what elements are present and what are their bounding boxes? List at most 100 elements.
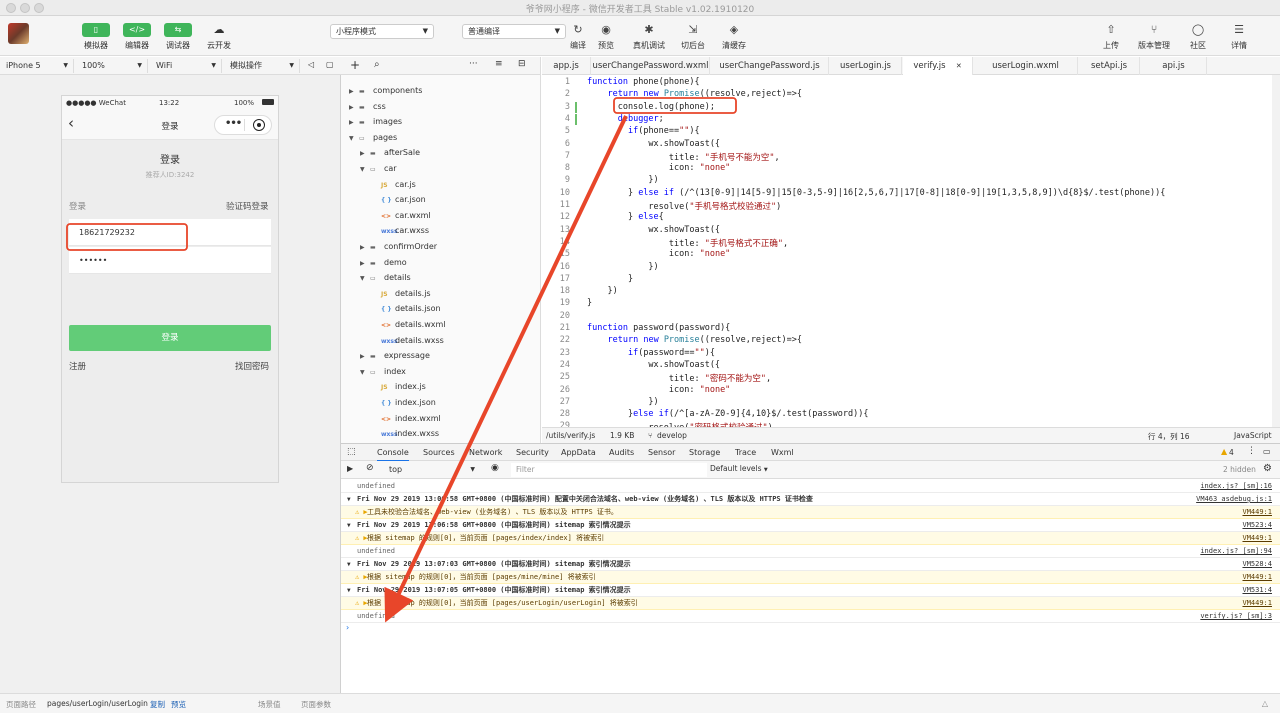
dock-icon[interactable]: ▭ (1263, 447, 1271, 456)
capsule-button[interactable]: ••• (214, 115, 272, 135)
devtools-tab[interactable]: Storage (689, 444, 720, 462)
more-icon[interactable]: ··· (469, 59, 478, 69)
sim-operation-select[interactable]: 模拟操作 ▼ (224, 59, 300, 73)
console-row[interactable]: ▼ Fri Nov 29 2019 13:06:58 GMT+0800 (中国标准… (341, 493, 1280, 506)
tree-item[interactable]: { } details.json (371, 301, 441, 316)
console-source-link[interactable]: VM449:1 (1242, 532, 1272, 545)
tree-item[interactable]: ▶ ▬ images (349, 114, 402, 129)
devtools-tab[interactable]: Console (377, 444, 409, 462)
levels-select[interactable]: Default levels ▼ (710, 464, 768, 473)
code-button[interactable]: </> 编辑器 (117, 23, 157, 51)
layers-button[interactable]: ◈ 清缓存 (714, 23, 754, 51)
console-source-link[interactable]: index.js? [sm]:94 (1200, 545, 1272, 558)
tree-item[interactable]: ▼ ▭ car (360, 161, 397, 176)
chevron-down-icon[interactable]: ▼ (349, 131, 359, 146)
cloud-button[interactable]: ☁ 云开发 (199, 23, 239, 51)
volume-icon[interactable]: ◁ (308, 60, 314, 69)
menu-button[interactable]: ☰ 详情 (1219, 23, 1259, 51)
console-row[interactable]: ⚠ ▶ 根据 sitemap 的规则[0]，当前页面 [pages/index/i… (341, 532, 1280, 545)
console-prompt-icon[interactable]: › (346, 623, 349, 632)
console-row[interactable]: ⚠ ▶ 根据 sitemap 的规则[0]，当前页面 [pages/mine/mi… (341, 571, 1280, 584)
device-select[interactable]: iPhone 5 ▼ (0, 59, 74, 73)
devtools-tab[interactable]: Sensor (648, 444, 675, 462)
console-row[interactable]: ▼ Fri Nov 29 2019 13:06:58 GMT+0800 (中国标准… (341, 519, 1280, 532)
tree-item[interactable]: <> index.wxml (371, 411, 441, 426)
context-select[interactable]: top ▼ (381, 463, 477, 477)
chevron-right-icon[interactable]: ▶ (349, 84, 359, 99)
console-source-link[interactable]: VM531:4 (1242, 584, 1272, 597)
editor-tab[interactable]: api.js (1141, 57, 1207, 75)
language-mode[interactable]: JavaScript (1234, 431, 1272, 440)
console-row[interactable]: ▼ Fri Nov 29 2019 13:07:03 GMT+0800 (中国标准… (341, 558, 1280, 571)
editor-tab[interactable]: app.js (542, 57, 591, 75)
devtools-tab[interactable]: Security (516, 444, 549, 462)
console-source-link[interactable]: VM449:1 (1242, 597, 1272, 610)
warning-icon[interactable]: ▲ (1221, 447, 1227, 456)
tree-item[interactable]: wxsscar.wxss (371, 223, 429, 238)
password-input[interactable]: •••••• (69, 247, 271, 274)
bug-button[interactable]: ✱ 真机调试 (629, 23, 669, 51)
tree-item[interactable]: ▶ ▬ expressage (360, 348, 430, 363)
tree-item[interactable]: JS car.js (371, 177, 416, 192)
console-source-link[interactable]: VM528:4 (1242, 558, 1272, 571)
eye-button[interactable]: ◉ 预览 (586, 23, 626, 51)
chevron-down-icon[interactable]: ▼ (360, 162, 370, 177)
scene-button[interactable]: 场景值 (258, 699, 281, 710)
console-source-link[interactable]: VM463 asdebug.js:1 (1196, 493, 1272, 506)
zoom-select[interactable]: 100% ▼ (76, 59, 148, 73)
chevron-right-icon[interactable]: ▶ (360, 146, 370, 161)
tree-item[interactable]: wxssindex.wxss (371, 426, 439, 441)
editor-tab[interactable]: setApi.js (1079, 57, 1140, 75)
tree-item[interactable]: ▶ ▬ confirmOrder (360, 239, 437, 254)
window-icon[interactable]: ▢ (326, 60, 334, 69)
background-button[interactable]: ⇲ 切后台 (673, 23, 713, 51)
console-row[interactable]: ⚠ ▶ 工具未校验合法域名、web-view (业务域名) 、TLS 版本以及 H… (341, 506, 1280, 519)
eye-icon[interactable]: ◉ (491, 463, 499, 473)
devtools-tab[interactable]: AppData (561, 444, 596, 462)
sidebar-toggle-icon[interactable]: ▶ (347, 464, 353, 473)
more-dots-icon[interactable]: ••• (225, 118, 242, 129)
tree-item[interactable]: JS index.js (371, 379, 426, 394)
search-icon[interactable]: ⌕ (374, 59, 380, 70)
tree-item[interactable]: ▶ ▬ css (349, 99, 386, 114)
devtools-tab[interactable]: Trace (735, 444, 756, 462)
expand-triangle-icon[interactable]: ▼ (347, 584, 351, 597)
register-link[interactable]: 注册 (69, 360, 86, 372)
expand-triangle-icon[interactable]: ▼ (347, 519, 351, 532)
chevron-right-icon[interactable]: ▶ (360, 349, 370, 364)
devtools-tab[interactable]: Wxml (771, 444, 794, 462)
phone-button[interactable]: ▯ 模拟器 (76, 23, 116, 51)
chat-button[interactable]: ◯ 社区 (1178, 23, 1218, 51)
close-icon[interactable]: ✕ (954, 62, 962, 70)
tree-item[interactable]: { } car.json (371, 192, 426, 207)
tree-item[interactable]: ▼ ▭ details (360, 270, 411, 285)
gear-icon[interactable]: ⚙ (1263, 463, 1272, 474)
tree-item[interactable]: ▼ ▭ index (360, 364, 406, 379)
devtools-tab[interactable]: Sources (423, 444, 455, 462)
tree-item[interactable]: ▶ ▬ components (349, 83, 422, 98)
inspect-icon[interactable]: ⬚ (347, 447, 356, 457)
console-source-link[interactable]: VM449:1 (1242, 506, 1272, 519)
sms-login-link[interactable]: 验证码登录 (226, 200, 269, 212)
console-source-link[interactable]: index.js? [sm]:16 (1200, 480, 1272, 493)
copy-link[interactable]: 复制 (150, 699, 165, 710)
chevron-down-icon[interactable]: ▼ (360, 365, 370, 380)
editor-tab[interactable]: userLogin.js (830, 57, 902, 75)
tree-item[interactable]: <> car.wxml (371, 208, 431, 223)
page-params-button[interactable]: 页面参数 (301, 699, 331, 710)
console-source-link[interactable]: VM449:1 (1242, 571, 1272, 584)
editor-tab[interactable]: userChangePassword.js (711, 57, 829, 75)
devtools-tab[interactable]: Network (469, 444, 502, 462)
tree-item[interactable]: { } index.json (371, 395, 436, 410)
tree-item[interactable]: ▶ ▬ demo (360, 255, 407, 270)
chevron-right-icon[interactable]: ▶ (349, 115, 359, 130)
tree-item[interactable]: ▶ ▬ afterSale (360, 145, 420, 160)
phone-input[interactable]: 18621729232 (69, 219, 271, 246)
project-avatar[interactable] (8, 23, 29, 44)
console-source-link[interactable]: verify.js? [sm]:3 (1200, 610, 1272, 623)
kebab-menu-icon[interactable]: ⋮ (1247, 446, 1256, 456)
chevron-down-icon[interactable]: ▼ (360, 271, 370, 286)
clear-console-icon[interactable]: ⊘ (366, 463, 374, 473)
forgot-password-link[interactable]: 找回密码 (235, 360, 269, 372)
scrollbar[interactable] (1272, 75, 1280, 427)
